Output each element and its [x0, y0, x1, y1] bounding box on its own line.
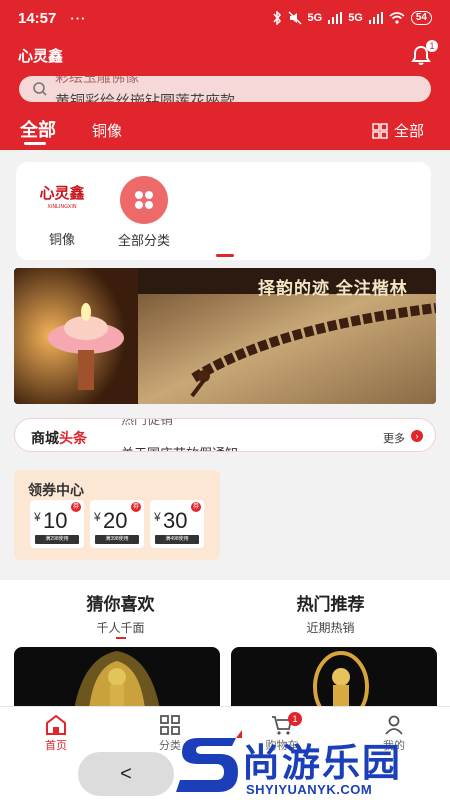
battery-indicator: 54: [410, 11, 432, 25]
status-time: 14:57: [18, 9, 57, 27]
signal-icon: [328, 12, 343, 24]
rec-title: 热门推荐: [296, 595, 365, 614]
notification-button[interactable]: 1: [410, 40, 438, 66]
product-card[interactable]: [14, 647, 220, 709]
svg-text:心灵鑫: 心灵鑫: [39, 184, 84, 202]
s-logo-icon: [176, 730, 242, 792]
news-item[interactable]: 关于国庆节放假通知: [121, 443, 238, 451]
search-prev-suggestion: 彩绘玉雕佛像: [55, 76, 139, 85]
news-ticker[interactable]: 商城头条 热门促销 关于国庆节放假通知 更多 ›: [14, 418, 436, 452]
coupon-badge-icon: 券: [71, 502, 81, 512]
coupon-condition: 满498使用: [155, 535, 199, 544]
news-label: 商城头条: [31, 430, 87, 446]
category-all[interactable]: 全部分类: [104, 176, 184, 249]
all-categories-button[interactable]: 全部: [372, 120, 424, 141]
recommend-section: 猜你喜欢 千人千面 热门推荐 近期热销: [0, 580, 450, 710]
tab-active-underline: [24, 142, 46, 145]
signal-5g-label: 5G: [307, 12, 323, 24]
watermark-url: SHYIYUANYK.COM: [246, 782, 373, 797]
tab-hot-recommend[interactable]: 热门推荐 近期热销: [218, 590, 443, 636]
brand-row: 心灵鑫 1: [18, 40, 438, 66]
buddha-statue-image: [313, 651, 369, 709]
news-prev-item: 热门促销: [121, 418, 174, 427]
back-button[interactable]: <: [78, 752, 174, 796]
brand-logo: 心灵鑫 XINLINGXIN: [39, 184, 84, 210]
signal-5g-label-2: 5G: [348, 12, 363, 24]
category-copper[interactable]: 心灵鑫 XINLINGXIN 铜像: [22, 176, 102, 248]
search-icon: [33, 82, 47, 96]
tab-all[interactable]: 全部: [20, 116, 56, 142]
banner-caption: 择韵的迹 全注楷林: [258, 279, 408, 298]
rec-active-underline: [115, 637, 126, 639]
brand-title: 心灵鑫: [18, 47, 64, 65]
coupon-20[interactable]: ¥ 20 券 满398使用: [90, 500, 144, 548]
coupon-condition: 满298使用: [35, 535, 79, 544]
notification-badge: 1: [426, 40, 438, 52]
news-more-link[interactable]: 更多: [383, 430, 405, 446]
svg-text:XINLINGXIN: XINLINGXIN: [47, 204, 76, 210]
tab-home[interactable]: 首页: [26, 713, 86, 753]
status-icons: 5G 5G 54: [272, 11, 432, 25]
all-categories-label: 全部: [393, 123, 424, 140]
status-bar: 14:57 ··· 5G 5G 54: [0, 0, 450, 36]
category-label: 铜像: [48, 232, 75, 247]
category-label: 全部分类: [117, 233, 170, 248]
signal-icon-2: [368, 12, 383, 24]
tab-label: 首页: [45, 740, 67, 752]
coupon-badge-icon: 券: [191, 502, 201, 512]
coupon-title: 领券中心: [28, 482, 84, 498]
category-card: 心灵鑫 XINLINGXIN 铜像 全部分类: [16, 162, 431, 260]
chevron-right-icon[interactable]: ›: [411, 430, 423, 442]
mute-icon: [287, 11, 302, 25]
rec-subtitle: 千人千面: [96, 621, 145, 635]
product-card[interactable]: [231, 647, 437, 709]
coupon-condition: 满398使用: [95, 535, 139, 544]
coupon-amount: 10: [43, 508, 68, 533]
watermark-title: 尚游乐园: [242, 743, 403, 785]
category-tabs: 全部 铜像 全部: [0, 112, 450, 146]
four-dots-icon: [120, 176, 168, 224]
cart-badge: 1: [288, 712, 302, 726]
status-dots: ···: [70, 10, 87, 26]
page-indicator: [216, 254, 234, 257]
wifi-icon: [389, 12, 405, 24]
coupon-amount: 30: [163, 508, 188, 533]
home-icon: [46, 715, 66, 735]
coupon-30[interactable]: ¥ 30 券 满498使用: [150, 500, 204, 548]
search-bar[interactable]: 彩绘玉雕佛像 黄铜彩绘丝嵌钻圆莲花座款: [19, 76, 431, 102]
search-suggestion: 黄铜彩绘丝嵌钻圆莲花座款: [55, 93, 236, 102]
header: 14:57 ··· 5G 5G 54 心灵鑫 1 彩绘玉雕佛像 黄铜彩绘丝嵌钻圆…: [0, 0, 450, 150]
coupon-amount: 20: [103, 508, 128, 533]
bluetooth-icon: [272, 11, 281, 25]
rec-title: 猜你喜欢: [86, 595, 155, 614]
rec-subtitle: 近期热销: [306, 621, 355, 635]
grid-icon: [372, 122, 388, 139]
tab-guess-you-like[interactable]: 猜你喜欢 千人千面: [8, 590, 233, 639]
coupon-badge-icon: 券: [131, 502, 141, 512]
coupon-10[interactable]: ¥ 10 券 满298使用: [30, 500, 84, 548]
buddha-statue-image: [74, 651, 160, 709]
coupon-center[interactable]: 领券中心 ¥ 10 券 满298使用 ¥ 20 券 满398使用 ¥ 30 券 …: [14, 470, 220, 560]
tab-copper[interactable]: 铜像: [92, 120, 122, 141]
site-watermark: 尚游乐园 SHYIYUANYK.COM: [176, 726, 446, 800]
